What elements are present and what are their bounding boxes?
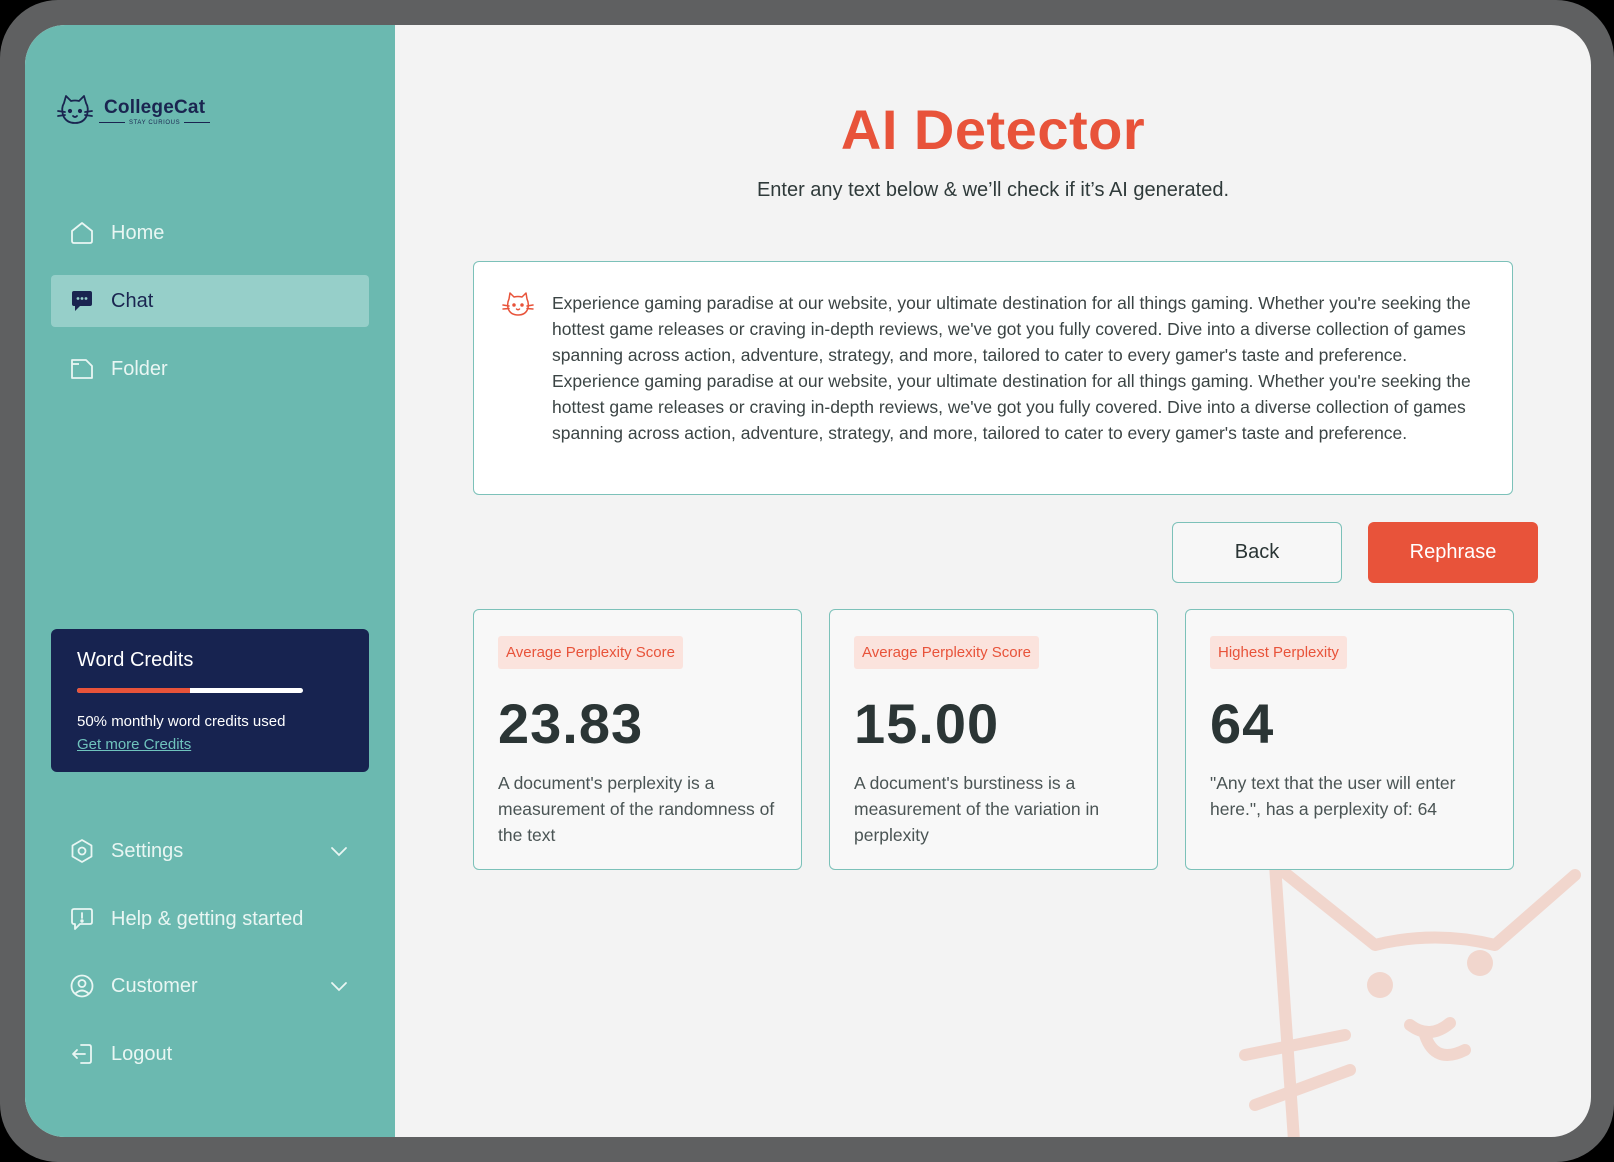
brand-tagline: STAY CURIOUS <box>129 119 181 126</box>
stat-description: A document's burstiness is a measurement… <box>854 773 1100 845</box>
chevron-down-icon[interactable] <box>329 841 349 861</box>
sidebar-item-customer[interactable]: Customer <box>51 960 369 1012</box>
sidebar-item-logout[interactable]: Logout <box>51 1028 369 1080</box>
stat-value: 64 <box>1210 692 1275 755</box>
credits-progress-bar <box>77 688 303 693</box>
stat-description: A document's perplexity is a measurement… <box>498 773 775 845</box>
credits-title: Word Credits <box>77 649 194 671</box>
customer-icon <box>69 973 95 999</box>
stat-card-highest-perplexity: Highest Perplexity 64 "Any text that the… <box>1185 609 1514 870</box>
cat-logo-icon <box>57 95 93 124</box>
brand-name: CollegeCat <box>103 96 206 118</box>
chevron-down-icon[interactable] <box>329 976 349 996</box>
sidebar-item-label: Home <box>111 221 165 244</box>
sidebar-item-chat[interactable]: Chat <box>51 275 369 327</box>
stat-badge: Average Perplexity Score <box>854 636 1039 669</box>
sidebar-item-label: Help & getting started <box>111 907 304 930</box>
stat-card-burstiness: Average Perplexity Score 15.00 A documen… <box>829 609 1158 870</box>
stat-description: "Any text that the user will enter here.… <box>1210 773 1456 819</box>
sidebar: CollegeCat STAY CURIOUS Home Chat Folder… <box>25 25 395 1137</box>
sidebar-item-label: Customer <box>111 974 198 997</box>
rephrase-button[interactable]: Rephrase <box>1368 522 1538 583</box>
page-title: AI Detector <box>840 98 1146 161</box>
back-button[interactable]: Back <box>1172 522 1342 583</box>
credits-progress-fill <box>77 688 190 693</box>
cat-watermark-icon <box>1239 859 1581 1137</box>
stat-value: 23.83 <box>498 692 644 755</box>
stat-value: 15.00 <box>854 692 1000 755</box>
text-input-box[interactable]: Experience gaming paradise at our websit… <box>473 261 1513 495</box>
sidebar-item-label: Folder <box>111 357 168 380</box>
sidebar-item-label: Logout <box>111 1042 173 1065</box>
app-screen: CollegeCat STAY CURIOUS Home Chat Folder… <box>25 25 1591 1137</box>
main-content: AI Detector Enter any text below & we’ll… <box>395 25 1591 1137</box>
input-text: Experience gaming paradise at our websit… <box>552 293 1471 443</box>
settings-icon <box>69 838 95 864</box>
stat-card-average-perplexity: Average Perplexity Score 23.83 A documen… <box>473 609 802 870</box>
credits-usage-text: 50% monthly word credits used <box>77 713 286 730</box>
sidebar-item-folder[interactable]: Folder <box>51 343 369 395</box>
logout-icon <box>69 1041 95 1067</box>
page-subtitle: Enter any text below & we’ll check if it… <box>756 179 1230 201</box>
sidebar-item-settings[interactable]: Settings <box>51 825 369 877</box>
folder-icon <box>69 356 95 382</box>
word-credits-card: Word Credits 50% monthly word credits us… <box>51 629 369 772</box>
sidebar-item-home[interactable]: Home <box>51 207 369 259</box>
get-more-credits-link[interactable]: Get more Credits <box>77 736 191 753</box>
stat-badge: Highest Perplexity <box>1210 636 1347 669</box>
sidebar-item-label: Chat <box>111 289 154 312</box>
help-icon <box>69 906 95 932</box>
cat-avatar-icon <box>502 292 534 316</box>
sidebar-item-help[interactable]: Help & getting started <box>51 893 369 945</box>
stat-badge: Average Perplexity Score <box>498 636 683 669</box>
sidebar-item-label: Settings <box>111 839 184 862</box>
home-icon <box>69 220 95 246</box>
chat-icon <box>69 288 95 314</box>
brand-logo[interactable]: CollegeCat STAY CURIOUS <box>55 93 211 129</box>
